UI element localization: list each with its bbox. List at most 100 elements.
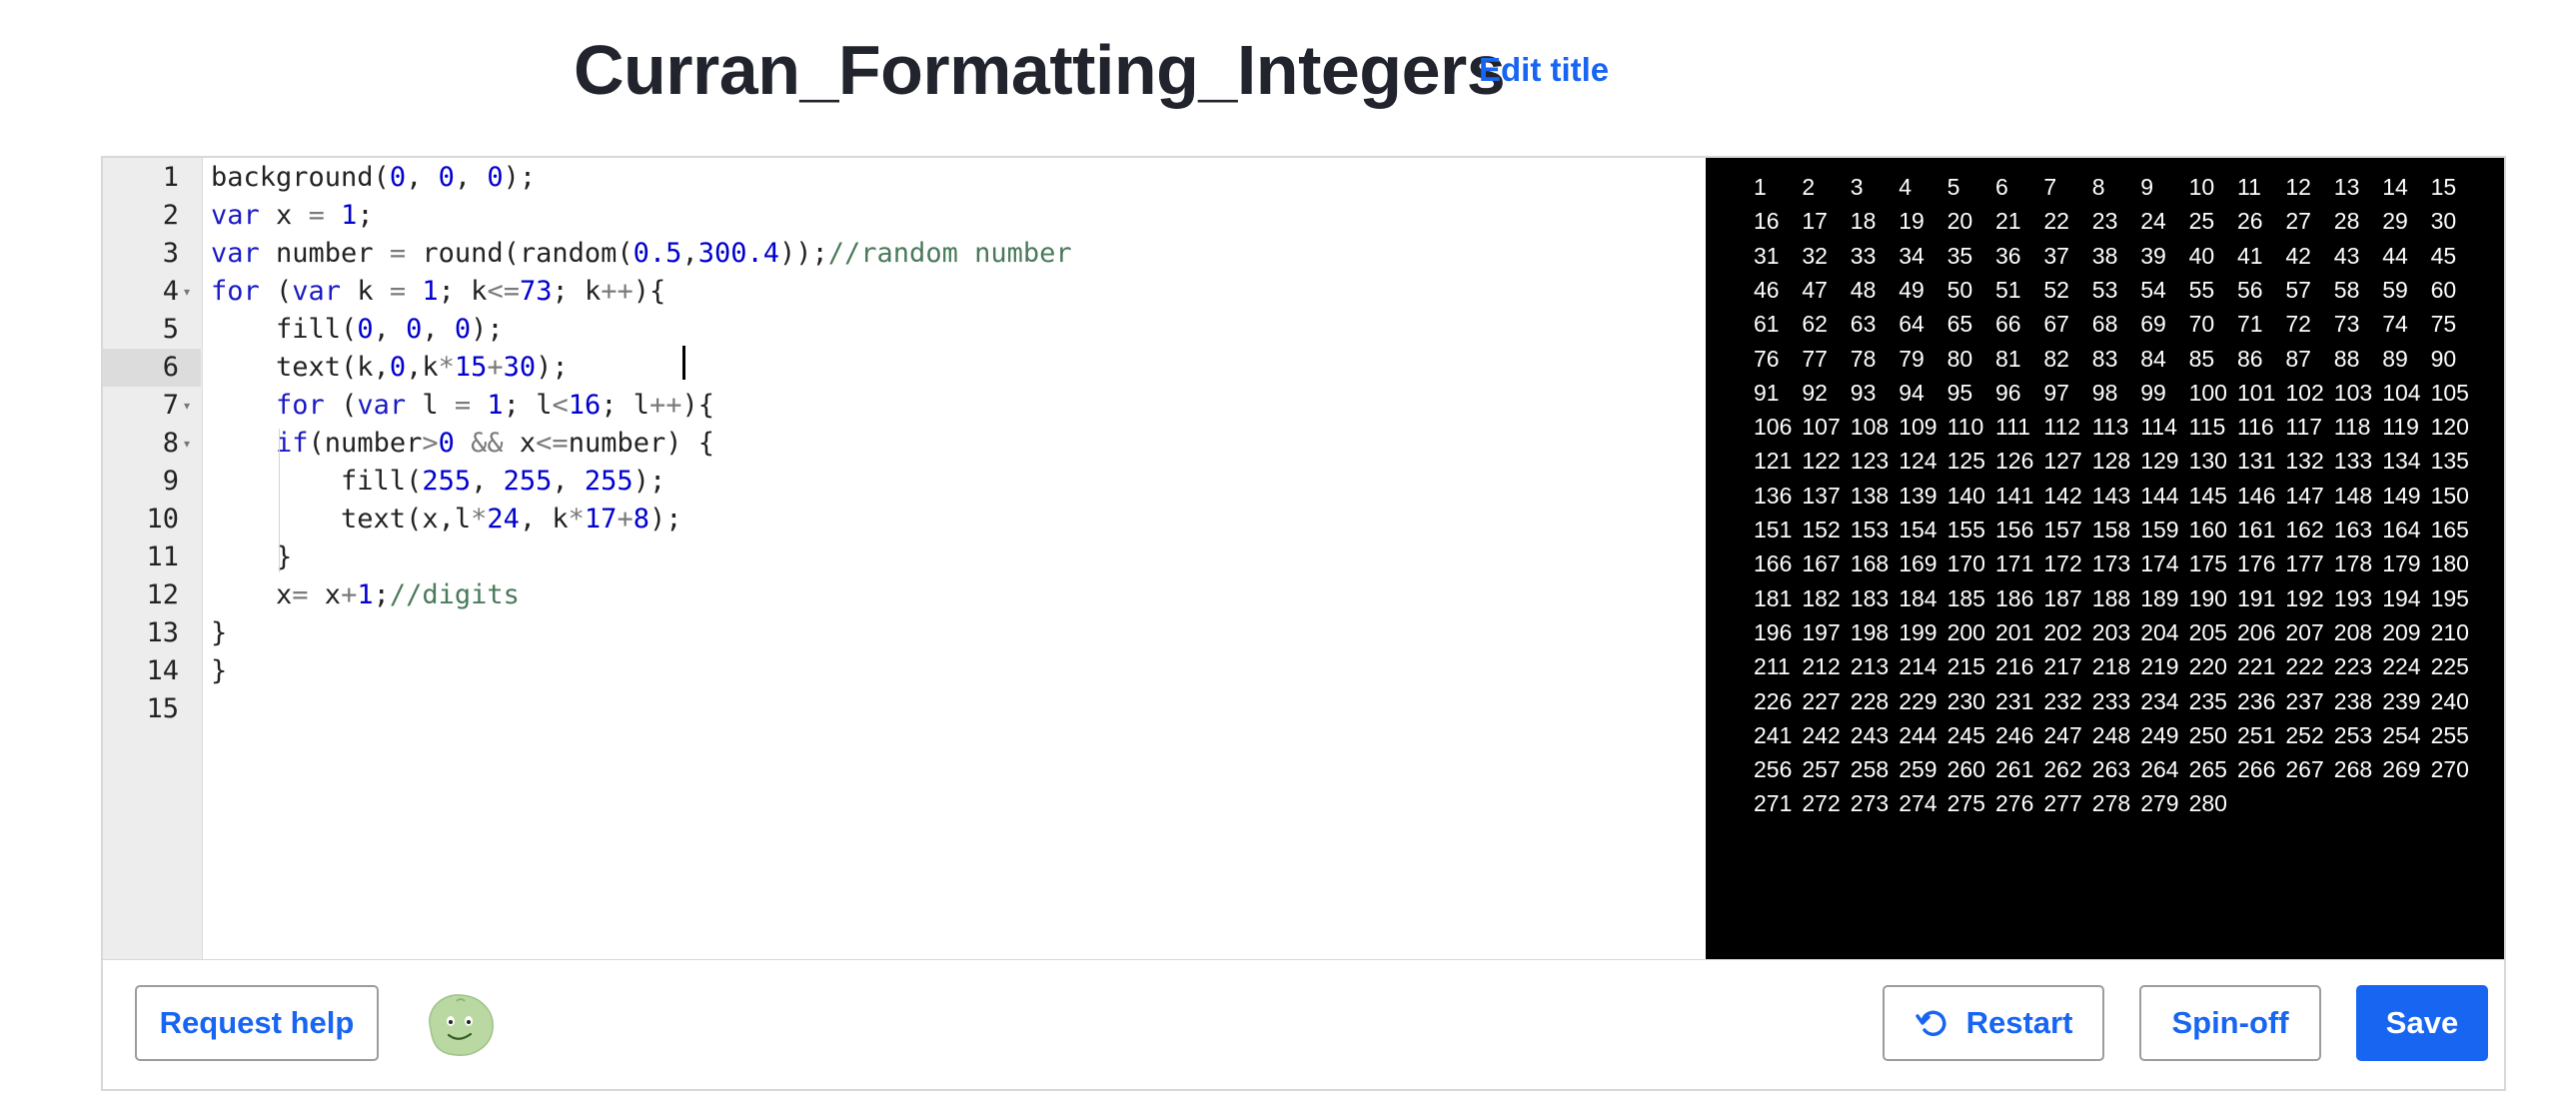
text-cursor [682, 346, 685, 380]
canvas-number: 66 [1995, 311, 2021, 338]
canvas-number: 139 [1899, 482, 1937, 509]
canvas-number: 31 [1754, 242, 1780, 269]
canvas-number: 229 [1899, 687, 1937, 714]
code-token: 17 [584, 504, 618, 535]
line-number: 12 [146, 579, 179, 610]
request-help-button[interactable]: Request help [135, 985, 379, 1061]
canvas-number: 47 [1802, 276, 1828, 303]
code-token: 255 [584, 466, 634, 497]
canvas-number: 171 [1995, 550, 2034, 577]
canvas-number: 129 [2140, 448, 2179, 475]
canvas-number: 27 [2285, 208, 2311, 235]
canvas-number: 172 [2043, 550, 2082, 577]
code-editor[interactable]: background(0, 0, 0); var x = 1; var number… [211, 158, 1800, 959]
canvas-number: 94 [1899, 379, 1925, 406]
code-token: ++ [649, 390, 682, 421]
canvas-number: 98 [2091, 379, 2118, 406]
code-line[interactable]: for (var l = 1; l<16; l++){ [211, 387, 714, 425]
code-token: round(random( [406, 238, 634, 269]
code-line[interactable]: } [211, 539, 292, 576]
code-token: background( [211, 162, 390, 193]
canvas-number: 263 [2091, 756, 2131, 783]
code-token: + [487, 352, 504, 383]
code-token: * [568, 504, 585, 535]
canvas-number: 29 [2382, 208, 2408, 235]
canvas-number: 193 [2333, 584, 2373, 611]
canvas-number: 49 [1899, 276, 1925, 303]
fold-arrow-icon[interactable]: ▾ [184, 387, 196, 425]
fold-arrow-icon[interactable]: ▾ [184, 273, 196, 311]
canvas-number: 72 [2285, 311, 2311, 338]
canvas-number: 177 [2285, 550, 2324, 577]
code-token: = [389, 238, 407, 269]
canvas-number: 160 [2188, 517, 2227, 543]
canvas-number: 241 [1754, 721, 1793, 748]
save-button[interactable]: Save [2356, 985, 2488, 1061]
canvas-number: 13 [2333, 174, 2360, 200]
code-line[interactable]: text(k,0,k*15+30); [211, 349, 569, 387]
code-line[interactable]: text(x,l*24, k*17+8); [211, 501, 681, 539]
canvas-number: 178 [2333, 550, 2373, 577]
canvas-number: 207 [2285, 618, 2324, 645]
code-line[interactable]: x= x+1;//digits [211, 576, 520, 614]
canvas-number: 189 [2140, 584, 2179, 611]
code-token: ++ [601, 276, 634, 307]
code-token: 0 [389, 352, 407, 383]
canvas-number: 201 [1995, 618, 2034, 645]
canvas-number: 54 [2140, 276, 2166, 303]
canvas-number: 101 [2237, 379, 2276, 406]
code-token: number) { [568, 428, 714, 459]
canvas-number: 155 [1946, 517, 1985, 543]
canvas-number: 183 [1850, 584, 1890, 611]
code-line[interactable]: for (var k = 1; k<=73; k++){ [211, 273, 665, 311]
edit-title-link[interactable]: Edit title [1479, 48, 1609, 92]
canvas-number: 226 [1754, 687, 1793, 714]
canvas-number: 240 [2430, 687, 2469, 714]
code-line[interactable]: background(0, 0, 0); [211, 159, 536, 197]
canvas-number: 42 [2285, 242, 2311, 269]
code-token: = [454, 390, 472, 421]
code-line[interactable]: } [211, 614, 227, 652]
canvas-number: 145 [2188, 482, 2227, 509]
canvas-number: 232 [2043, 687, 2082, 714]
canvas-number: 220 [2188, 653, 2227, 680]
canvas-number: 114 [2140, 414, 2177, 441]
canvas-number: 271 [1754, 790, 1793, 817]
spin-off-button[interactable]: Spin-off [2139, 985, 2321, 1061]
canvas-number: 205 [2188, 618, 2227, 645]
canvas-number: 187 [2043, 584, 2082, 611]
code-line[interactable]: var number = round(random(0.5,300.4));//… [211, 235, 1072, 273]
save-label: Save [2385, 1005, 2459, 1040]
restart-button[interactable]: Restart [1883, 985, 2104, 1061]
canvas-number: 149 [2382, 482, 2421, 509]
code-line[interactable]: if(number>0 && x<=number) { [211, 425, 714, 463]
canvas-number: 117 [2285, 414, 2323, 441]
canvas-number: 135 [2430, 448, 2469, 475]
canvas-number: 165 [2430, 517, 2469, 543]
canvas-number: 65 [1946, 311, 1973, 338]
code-token: + [341, 579, 358, 610]
canvas-number: 169 [1899, 550, 1937, 577]
code-line[interactable]: fill(0, 0, 0); [211, 311, 504, 349]
code-token: fill( [211, 466, 423, 497]
code-token: number [259, 238, 390, 269]
green-blob-avatar-icon[interactable] [421, 989, 497, 1059]
canvas-number: 24 [2140, 208, 2166, 235]
canvas-number: 245 [1946, 721, 1985, 748]
canvas-number: 89 [2382, 345, 2408, 372]
fold-arrow-icon[interactable]: ▾ [184, 425, 196, 463]
canvas-number: 78 [1850, 345, 1877, 372]
code-token: < [552, 390, 569, 421]
canvas-number: 191 [2237, 584, 2276, 611]
output-canvas: 1 2 3 4 5 6 7 8 9 10 11 12 13 14 15 16 17 18 19 20 21 22 23 24 2… [1706, 158, 2504, 959]
canvas-number: 86 [2237, 345, 2263, 372]
canvas-number: 80 [1946, 345, 1973, 372]
code-line[interactable]: } [211, 652, 227, 690]
canvas-number: 144 [2140, 482, 2179, 509]
code-line[interactable]: var x = 1; [211, 197, 374, 235]
canvas-number: 279 [2140, 790, 2179, 817]
indent-guide [279, 467, 280, 572]
canvas-number: 125 [1946, 448, 1985, 475]
canvas-number: 150 [2430, 482, 2469, 509]
